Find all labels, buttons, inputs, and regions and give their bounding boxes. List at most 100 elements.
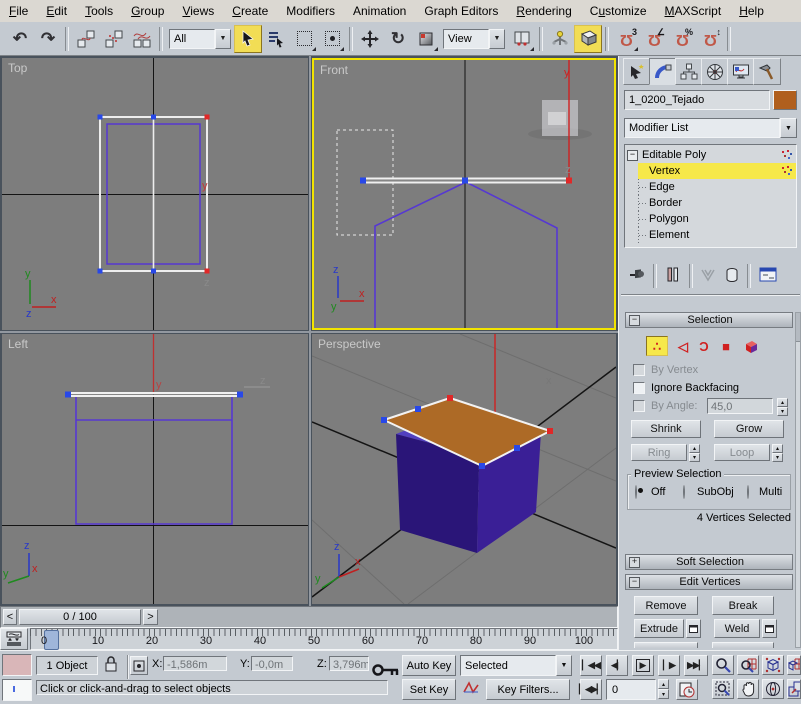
viewport-left[interactable]: y z z y x Left: [2, 334, 308, 604]
reference-coordinate-system-dropdown[interactable]: View ▼: [443, 28, 505, 49]
zoom-extents-all-button[interactable]: [787, 655, 801, 675]
element-subobject-button[interactable]: [741, 336, 761, 356]
select-and-manipulate-button[interactable]: [546, 25, 574, 53]
vertex-subobject-button[interactable]: ∴: [646, 336, 668, 356]
spinner-down-icon[interactable]: ▾: [658, 689, 669, 699]
menu-modifiers[interactable]: Modifiers: [277, 2, 344, 20]
tab-hierarchy[interactable]: [675, 58, 703, 85]
pin-stack-button[interactable]: [624, 267, 650, 285]
percent-snap-toggle-button[interactable]: Ω%: [668, 25, 696, 53]
undo-button[interactable]: ↶: [6, 25, 34, 53]
pan-view-button[interactable]: [737, 679, 759, 699]
current-frame-field[interactable]: 0: [606, 679, 656, 700]
select-and-rotate-button[interactable]: ↻: [384, 25, 412, 53]
soft-selection-rollout-header[interactable]: + Soft Selection: [625, 554, 793, 570]
menu-maxscript[interactable]: MAXScript: [656, 2, 731, 20]
configure-modifier-sets-button[interactable]: [754, 267, 782, 285]
previous-frame-button[interactable]: ◀▏: [606, 655, 628, 676]
viewport-top-label[interactable]: Top: [8, 61, 27, 75]
menu-file[interactable]: File: [0, 2, 37, 20]
dropdown-arrow-icon[interactable]: ▼: [215, 28, 231, 49]
spinner-down-icon[interactable]: ▾: [777, 407, 788, 416]
menu-rendering[interactable]: Rendering: [507, 2, 580, 20]
break-button[interactable]: Break: [712, 596, 774, 615]
y-coordinate-field[interactable]: -0,0m: [251, 656, 293, 671]
angle-snap-toggle-button[interactable]: Ω ∠: [640, 25, 668, 53]
stack-item-element[interactable]: Element: [625, 227, 796, 243]
preview-off-radio[interactable]: [635, 485, 637, 499]
set-key-button[interactable]: Set Key: [402, 679, 456, 700]
dropdown-arrow-icon[interactable]: ▼: [489, 28, 505, 49]
tab-display[interactable]: [727, 58, 755, 85]
viewport-front-active[interactable]: y z z y x Front: [312, 58, 616, 330]
select-and-scale-button[interactable]: [412, 25, 440, 53]
snaps-toggle-button[interactable]: Ω3: [612, 25, 640, 53]
remove-modifier-button[interactable]: [720, 267, 744, 286]
go-to-start-button[interactable]: ▏◀◀: [580, 655, 602, 676]
bind-to-space-warp-button[interactable]: [128, 25, 156, 53]
border-subobject-button[interactable]: Ɔ: [696, 336, 712, 356]
menu-animation[interactable]: Animation: [344, 2, 415, 20]
viewport-left-label[interactable]: Left: [8, 337, 28, 351]
maximize-viewport-toggle-button[interactable]: [787, 679, 801, 699]
tab-create[interactable]: [623, 58, 651, 85]
make-unique-button[interactable]: [696, 268, 720, 285]
by-angle-spinner[interactable]: ▴ ▾: [777, 398, 788, 416]
time-slider-next-button[interactable]: >: [143, 609, 158, 625]
keyboard-shortcut-override-button[interactable]: [574, 24, 602, 53]
menu-graph-editors[interactable]: Graph Editors: [415, 2, 507, 20]
stack-item-editable-poly[interactable]: − Editable Poly: [625, 147, 796, 163]
selection-rollout-header[interactable]: − Selection: [625, 312, 793, 328]
zoom-button[interactable]: [712, 655, 734, 675]
maxscript-mini-listener-pink[interactable]: [2, 654, 32, 676]
open-mini-curve-editor-button[interactable]: [0, 628, 28, 650]
region-zoom-button[interactable]: [712, 679, 734, 699]
auto-key-button[interactable]: Auto Key: [402, 655, 456, 676]
key-mode-toggle-button[interactable]: ▏◀▶▏: [579, 679, 604, 700]
spinner-up-icon[interactable]: ▴: [777, 398, 788, 407]
key-filters-button[interactable]: Key Filters...: [486, 679, 570, 700]
maxscript-mini-listener-white[interactable]: [2, 679, 32, 701]
stack-item-edge[interactable]: Edge: [625, 179, 796, 195]
frame-spinner[interactable]: ▴ ▾: [658, 679, 669, 700]
select-object-button[interactable]: [234, 24, 262, 53]
modifier-stack-list[interactable]: − Editable Poly Vertex Edge Border Polygon Ele…: [624, 144, 797, 248]
time-slider-prev-button[interactable]: <: [3, 609, 17, 625]
weld-settings-button[interactable]: [762, 619, 777, 638]
tab-utilities[interactable]: [753, 58, 781, 85]
modifier-list-dropdown[interactable]: Modifier List: [624, 118, 780, 138]
panel-scrollbar[interactable]: [795, 312, 801, 648]
extrude-settings-button[interactable]: [686, 619, 701, 638]
select-and-link-button[interactable]: [72, 25, 100, 53]
extrude-button[interactable]: Extrude: [634, 619, 684, 638]
preview-subobj-radio[interactable]: [683, 485, 685, 499]
menu-edit[interactable]: Edit: [37, 2, 76, 20]
zoom-all-button[interactable]: [737, 655, 759, 675]
absolute-offset-mode-toggle[interactable]: [130, 656, 148, 675]
modifier-list-arrow[interactable]: ▼: [780, 118, 797, 138]
use-pivot-point-center-button[interactable]: [508, 25, 536, 53]
selection-filter-dropdown[interactable]: All ▼: [169, 28, 231, 49]
menu-help[interactable]: Help: [730, 2, 773, 20]
go-to-end-button[interactable]: ▶▶▏: [684, 655, 708, 676]
weld-button[interactable]: Weld: [714, 619, 760, 638]
play-animation-button[interactable]: ▶: [632, 655, 654, 676]
panel-scrollbar-thumb[interactable]: [796, 313, 800, 342]
unlink-selection-button[interactable]: [100, 25, 128, 53]
z-coordinate-field[interactable]: 3,796m: [329, 656, 369, 671]
select-and-move-button[interactable]: [356, 25, 384, 53]
time-slider-handle[interactable]: 0 / 100: [19, 609, 141, 625]
track-bar[interactable]: 0 10 20 30 40 50 60 70 80 90 100: [0, 628, 618, 650]
zoom-extents-button[interactable]: [762, 655, 784, 675]
animation-filter-arrow[interactable]: ▼: [556, 655, 572, 676]
arc-rotate-button[interactable]: [762, 679, 784, 699]
time-configuration-button[interactable]: [676, 679, 698, 700]
shrink-button[interactable]: Shrink: [631, 420, 701, 438]
object-color-swatch[interactable]: [773, 90, 797, 110]
menu-customize[interactable]: Customize: [581, 2, 656, 20]
polygon-subobject-button[interactable]: ■: [717, 336, 735, 356]
selection-lock-toggle[interactable]: [104, 656, 120, 675]
select-by-name-button[interactable]: [262, 25, 290, 53]
viewport-perspective-label[interactable]: Perspective: [318, 337, 381, 351]
stack-item-vertex[interactable]: Vertex: [625, 163, 796, 179]
